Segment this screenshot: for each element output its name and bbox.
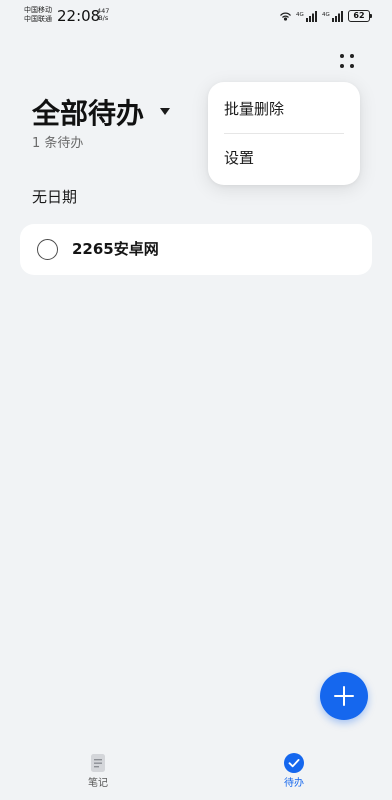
more-dot-icon bbox=[350, 64, 354, 68]
svg-text:4G: 4G bbox=[322, 12, 330, 18]
network-speed: 447 B/s bbox=[97, 8, 109, 22]
check-circle-icon bbox=[284, 753, 304, 773]
caret-down-icon[interactable] bbox=[160, 108, 170, 115]
more-dot-icon bbox=[350, 54, 354, 58]
section-header-no-date: 无日期 bbox=[32, 188, 78, 206]
network-speed-unit: B/s bbox=[98, 14, 109, 22]
carrier-2: 中国联通 bbox=[24, 15, 52, 23]
bottom-nav: 笔记 待办 bbox=[0, 744, 392, 800]
more-dot-icon bbox=[340, 54, 344, 58]
svg-text:4G: 4G bbox=[296, 12, 304, 18]
carrier-info: 中国移动 中国联通 bbox=[24, 6, 52, 24]
carrier-1: 中国移动 bbox=[24, 6, 52, 14]
todo-item-text[interactable]: 2265安卓网 bbox=[72, 239, 159, 259]
note-icon bbox=[91, 754, 105, 772]
status-icons: 4G 4G 62 bbox=[279, 8, 372, 24]
menu-item-settings[interactable]: 设置 bbox=[224, 138, 344, 178]
nav-item-todo[interactable]: 待办 bbox=[254, 744, 334, 800]
status-time: 22:08 bbox=[57, 7, 101, 25]
todo-count: 1 条待办 bbox=[32, 136, 84, 151]
menu-item-batch-delete[interactable]: 批量删除 bbox=[224, 89, 344, 129]
menu-divider bbox=[224, 133, 344, 134]
more-options-button[interactable] bbox=[332, 48, 362, 74]
todo-checkbox[interactable] bbox=[37, 239, 58, 260]
battery-icon: 62 bbox=[348, 10, 372, 22]
more-dot-icon bbox=[340, 64, 344, 68]
todo-item[interactable]: 2265安卓网 bbox=[20, 224, 372, 275]
nav-label-todo: 待办 bbox=[284, 778, 304, 789]
overflow-menu: 批量删除 设置 bbox=[208, 82, 360, 185]
page-title[interactable]: 全部待办 bbox=[32, 96, 144, 132]
signal-4g-icon: 4G bbox=[296, 11, 317, 22]
nav-label-notes: 笔记 bbox=[88, 778, 108, 789]
nfc-icon bbox=[280, 12, 291, 21]
status-bar: 中国移动 中国联通 22:08 447 B/s 4G 4G 62 bbox=[0, 0, 392, 32]
nav-item-notes[interactable]: 笔记 bbox=[58, 744, 138, 800]
add-todo-button[interactable] bbox=[320, 672, 368, 720]
signal-4g-icon-2: 4G bbox=[322, 11, 343, 22]
